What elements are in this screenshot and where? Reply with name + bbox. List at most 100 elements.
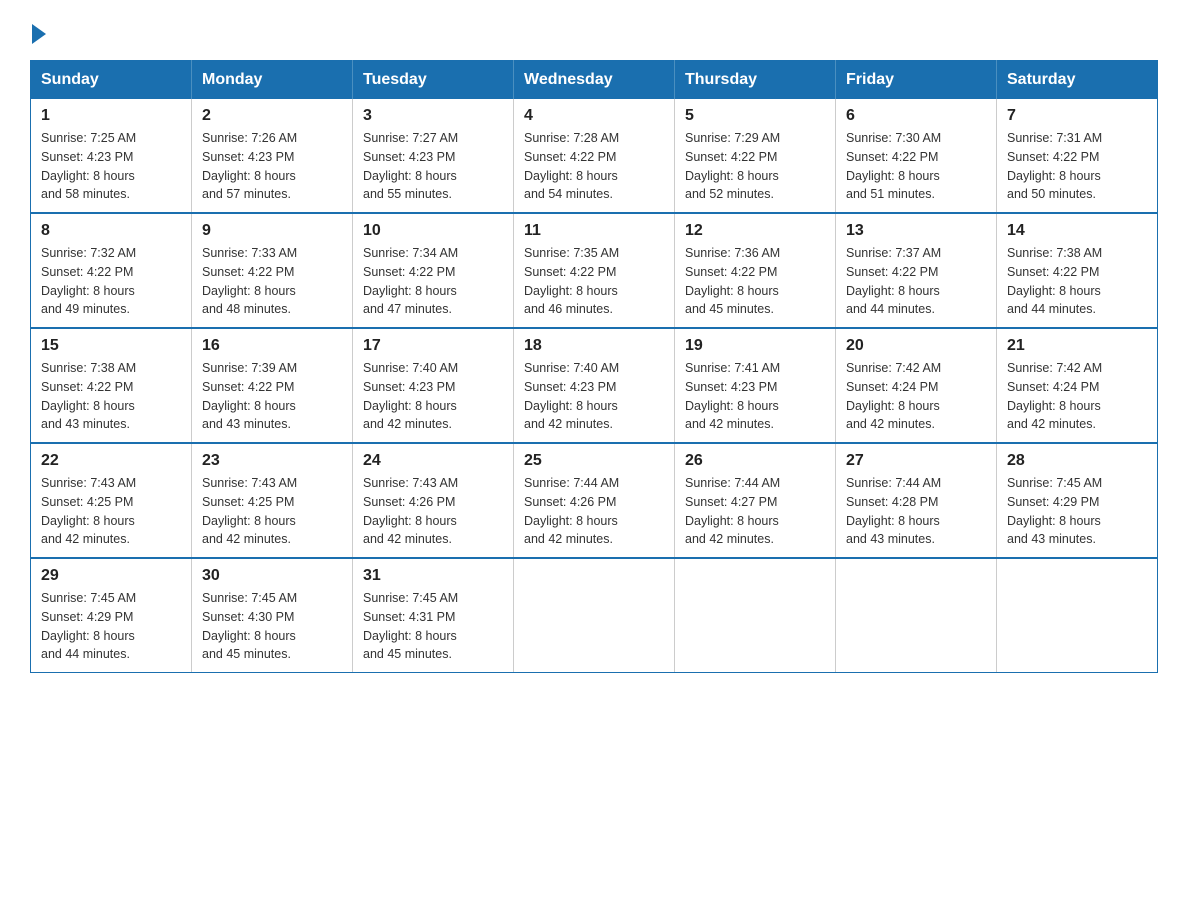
day-info: Sunrise: 7:38 AM Sunset: 4:22 PM Dayligh… <box>1007 244 1147 319</box>
day-info: Sunrise: 7:44 AM Sunset: 4:28 PM Dayligh… <box>846 474 986 549</box>
day-info: Sunrise: 7:37 AM Sunset: 4:22 PM Dayligh… <box>846 244 986 319</box>
weekday-header-wednesday: Wednesday <box>514 61 675 100</box>
day-number: 25 <box>524 452 664 470</box>
day-info: Sunrise: 7:26 AM Sunset: 4:23 PM Dayligh… <box>202 129 342 204</box>
weekday-header-sunday: Sunday <box>31 61 192 100</box>
calendar-day-cell: 24 Sunrise: 7:43 AM Sunset: 4:26 PM Dayl… <box>353 443 514 558</box>
day-info: Sunrise: 7:43 AM Sunset: 4:25 PM Dayligh… <box>41 474 181 549</box>
calendar-week-row: 15 Sunrise: 7:38 AM Sunset: 4:22 PM Dayl… <box>31 328 1158 443</box>
day-number: 31 <box>363 567 503 585</box>
day-info: Sunrise: 7:34 AM Sunset: 4:22 PM Dayligh… <box>363 244 503 319</box>
day-number: 26 <box>685 452 825 470</box>
day-info: Sunrise: 7:40 AM Sunset: 4:23 PM Dayligh… <box>363 359 503 434</box>
calendar-day-cell: 27 Sunrise: 7:44 AM Sunset: 4:28 PM Dayl… <box>836 443 997 558</box>
calendar-day-cell: 19 Sunrise: 7:41 AM Sunset: 4:23 PM Dayl… <box>675 328 836 443</box>
day-number: 21 <box>1007 337 1147 355</box>
logo <box>30 20 46 40</box>
calendar-day-cell: 22 Sunrise: 7:43 AM Sunset: 4:25 PM Dayl… <box>31 443 192 558</box>
day-number: 13 <box>846 222 986 240</box>
calendar-day-cell: 28 Sunrise: 7:45 AM Sunset: 4:29 PM Dayl… <box>997 443 1158 558</box>
calendar-day-cell: 23 Sunrise: 7:43 AM Sunset: 4:25 PM Dayl… <box>192 443 353 558</box>
calendar-day-cell <box>514 558 675 673</box>
day-number: 22 <box>41 452 181 470</box>
day-number: 9 <box>202 222 342 240</box>
day-number: 5 <box>685 107 825 125</box>
day-info: Sunrise: 7:41 AM Sunset: 4:23 PM Dayligh… <box>685 359 825 434</box>
day-number: 11 <box>524 222 664 240</box>
calendar-day-cell: 26 Sunrise: 7:44 AM Sunset: 4:27 PM Dayl… <box>675 443 836 558</box>
day-info: Sunrise: 7:32 AM Sunset: 4:22 PM Dayligh… <box>41 244 181 319</box>
logo-arrow-icon <box>32 24 46 44</box>
day-info: Sunrise: 7:36 AM Sunset: 4:22 PM Dayligh… <box>685 244 825 319</box>
day-info: Sunrise: 7:25 AM Sunset: 4:23 PM Dayligh… <box>41 129 181 204</box>
weekday-header-tuesday: Tuesday <box>353 61 514 100</box>
day-info: Sunrise: 7:30 AM Sunset: 4:22 PM Dayligh… <box>846 129 986 204</box>
day-number: 7 <box>1007 107 1147 125</box>
calendar-header-row: SundayMondayTuesdayWednesdayThursdayFrid… <box>31 61 1158 100</box>
day-number: 27 <box>846 452 986 470</box>
calendar-week-row: 1 Sunrise: 7:25 AM Sunset: 4:23 PM Dayli… <box>31 99 1158 213</box>
day-info: Sunrise: 7:31 AM Sunset: 4:22 PM Dayligh… <box>1007 129 1147 204</box>
calendar-day-cell: 7 Sunrise: 7:31 AM Sunset: 4:22 PM Dayli… <box>997 99 1158 213</box>
day-number: 16 <box>202 337 342 355</box>
calendar-day-cell: 11 Sunrise: 7:35 AM Sunset: 4:22 PM Dayl… <box>514 213 675 328</box>
day-info: Sunrise: 7:45 AM Sunset: 4:30 PM Dayligh… <box>202 589 342 664</box>
day-info: Sunrise: 7:38 AM Sunset: 4:22 PM Dayligh… <box>41 359 181 434</box>
calendar-day-cell: 20 Sunrise: 7:42 AM Sunset: 4:24 PM Dayl… <box>836 328 997 443</box>
day-number: 18 <box>524 337 664 355</box>
calendar-day-cell: 12 Sunrise: 7:36 AM Sunset: 4:22 PM Dayl… <box>675 213 836 328</box>
day-info: Sunrise: 7:44 AM Sunset: 4:26 PM Dayligh… <box>524 474 664 549</box>
weekday-header-thursday: Thursday <box>675 61 836 100</box>
day-info: Sunrise: 7:39 AM Sunset: 4:22 PM Dayligh… <box>202 359 342 434</box>
calendar-week-row: 29 Sunrise: 7:45 AM Sunset: 4:29 PM Dayl… <box>31 558 1158 673</box>
day-info: Sunrise: 7:33 AM Sunset: 4:22 PM Dayligh… <box>202 244 342 319</box>
day-info: Sunrise: 7:45 AM Sunset: 4:29 PM Dayligh… <box>41 589 181 664</box>
day-number: 3 <box>363 107 503 125</box>
calendar-day-cell: 30 Sunrise: 7:45 AM Sunset: 4:30 PM Dayl… <box>192 558 353 673</box>
calendar-day-cell <box>836 558 997 673</box>
day-info: Sunrise: 7:45 AM Sunset: 4:29 PM Dayligh… <box>1007 474 1147 549</box>
day-number: 1 <box>41 107 181 125</box>
weekday-header-friday: Friday <box>836 61 997 100</box>
calendar-day-cell: 31 Sunrise: 7:45 AM Sunset: 4:31 PM Dayl… <box>353 558 514 673</box>
weekday-header-saturday: Saturday <box>997 61 1158 100</box>
calendar-day-cell: 25 Sunrise: 7:44 AM Sunset: 4:26 PM Dayl… <box>514 443 675 558</box>
day-number: 15 <box>41 337 181 355</box>
calendar-day-cell: 3 Sunrise: 7:27 AM Sunset: 4:23 PM Dayli… <box>353 99 514 213</box>
day-number: 14 <box>1007 222 1147 240</box>
calendar-day-cell: 6 Sunrise: 7:30 AM Sunset: 4:22 PM Dayli… <box>836 99 997 213</box>
calendar-day-cell: 16 Sunrise: 7:39 AM Sunset: 4:22 PM Dayl… <box>192 328 353 443</box>
day-info: Sunrise: 7:27 AM Sunset: 4:23 PM Dayligh… <box>363 129 503 204</box>
calendar-day-cell: 18 Sunrise: 7:40 AM Sunset: 4:23 PM Dayl… <box>514 328 675 443</box>
calendar-day-cell <box>997 558 1158 673</box>
calendar-day-cell: 17 Sunrise: 7:40 AM Sunset: 4:23 PM Dayl… <box>353 328 514 443</box>
calendar-day-cell: 10 Sunrise: 7:34 AM Sunset: 4:22 PM Dayl… <box>353 213 514 328</box>
day-number: 24 <box>363 452 503 470</box>
calendar-day-cell: 8 Sunrise: 7:32 AM Sunset: 4:22 PM Dayli… <box>31 213 192 328</box>
day-info: Sunrise: 7:44 AM Sunset: 4:27 PM Dayligh… <box>685 474 825 549</box>
day-number: 8 <box>41 222 181 240</box>
day-number: 2 <box>202 107 342 125</box>
calendar-day-cell: 1 Sunrise: 7:25 AM Sunset: 4:23 PM Dayli… <box>31 99 192 213</box>
calendar-day-cell: 29 Sunrise: 7:45 AM Sunset: 4:29 PM Dayl… <box>31 558 192 673</box>
day-info: Sunrise: 7:35 AM Sunset: 4:22 PM Dayligh… <box>524 244 664 319</box>
calendar-day-cell: 15 Sunrise: 7:38 AM Sunset: 4:22 PM Dayl… <box>31 328 192 443</box>
day-number: 29 <box>41 567 181 585</box>
calendar-week-row: 22 Sunrise: 7:43 AM Sunset: 4:25 PM Dayl… <box>31 443 1158 558</box>
day-number: 17 <box>363 337 503 355</box>
day-info: Sunrise: 7:45 AM Sunset: 4:31 PM Dayligh… <box>363 589 503 664</box>
calendar-day-cell <box>675 558 836 673</box>
day-number: 6 <box>846 107 986 125</box>
day-number: 23 <box>202 452 342 470</box>
calendar-table: SundayMondayTuesdayWednesdayThursdayFrid… <box>30 60 1158 673</box>
day-info: Sunrise: 7:28 AM Sunset: 4:22 PM Dayligh… <box>524 129 664 204</box>
calendar-day-cell: 21 Sunrise: 7:42 AM Sunset: 4:24 PM Dayl… <box>997 328 1158 443</box>
day-number: 4 <box>524 107 664 125</box>
weekday-header-monday: Monday <box>192 61 353 100</box>
day-info: Sunrise: 7:43 AM Sunset: 4:25 PM Dayligh… <box>202 474 342 549</box>
day-number: 28 <box>1007 452 1147 470</box>
calendar-day-cell: 13 Sunrise: 7:37 AM Sunset: 4:22 PM Dayl… <box>836 213 997 328</box>
day-info: Sunrise: 7:43 AM Sunset: 4:26 PM Dayligh… <box>363 474 503 549</box>
calendar-day-cell: 4 Sunrise: 7:28 AM Sunset: 4:22 PM Dayli… <box>514 99 675 213</box>
page-header <box>30 20 1158 40</box>
